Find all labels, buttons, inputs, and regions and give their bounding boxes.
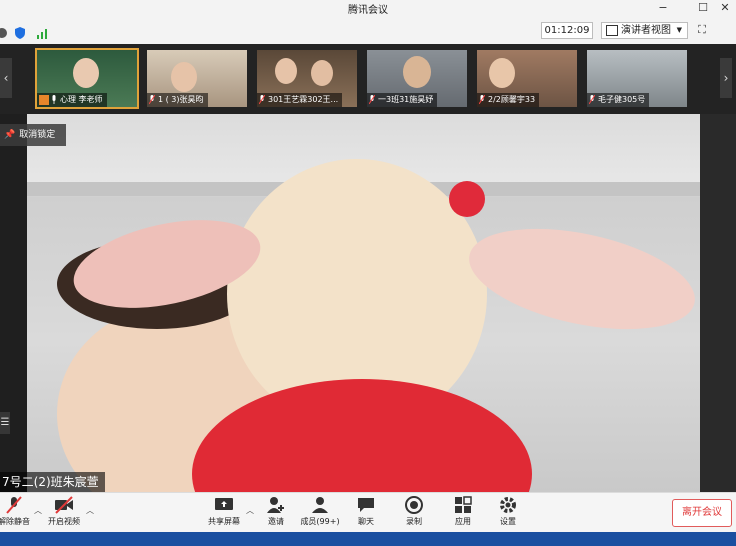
record-icon [405,496,423,514]
invite-button[interactable]: 邀请 [254,496,298,532]
thumbnail-caption: 毛子健305号 [587,93,650,107]
speaker-video-frame [27,159,700,492]
thumbnail-caption: 心理 李老师 [37,93,107,107]
signal-icon[interactable] [36,24,48,39]
members-icon [312,497,328,513]
leave-meeting-button[interactable]: 离开会议 [672,499,732,527]
record-label: 录制 [406,517,422,526]
microphone-muted-icon [149,95,155,104]
members-button[interactable]: 成员(99+) [298,496,342,532]
record-button[interactable]: 录制 [392,496,436,532]
settings-button[interactable]: 设置 [486,496,530,532]
title-bar: 腾讯会议 − ☐ ✕ [0,0,736,16]
chevron-up-icon[interactable]: ︿ [246,505,254,516]
unpin-button[interactable]: 📌 取消锁定 [0,124,66,146]
gear-icon [500,497,516,513]
apps-button[interactable]: 应用 [441,496,485,532]
participant-name: 一3班31施昊妤 [378,95,434,104]
thumbnail-caption: 1 ( 3)张昊昀 [147,93,208,107]
menu-icon[interactable]: ☰ [0,412,10,434]
thumbnail-caption: 301王艺霖302王... [257,93,343,107]
microphone-muted-icon [479,95,485,104]
participant-name: 毛子健305号 [598,95,646,104]
unmute-button[interactable]: 解除静音 [0,496,36,532]
add-user-icon [267,497,284,513]
chevron-down-icon: ▼ [676,26,682,34]
participant-thumbnail[interactable]: 2/2顾馨宇33 [477,50,577,107]
participant-avatar [311,60,333,86]
apps-icon [455,496,472,513]
share-screen-label: 共享屏幕 [208,517,240,526]
view-mode-dropdown[interactable]: 演讲者视图 ▼ [601,22,688,39]
participant-thumbnail[interactable]: 1 ( 3)张昊昀 [147,50,247,107]
unmute-label: 解除静音 [0,517,30,526]
participant-thumbnail[interactable]: 心理 李老师 [35,48,139,109]
settings-label: 设置 [500,517,516,526]
chevron-left-icon[interactable]: ‹ [0,58,12,98]
chevron-up-icon[interactable]: ︿ [86,505,94,516]
participant-thumbnail[interactable]: 301王艺霖302王... [257,50,357,107]
participant-thumbnail[interactable]: 一3班31施昊妤 [367,50,467,107]
minimize-button[interactable]: − [650,0,676,16]
start-video-label: 开启视频 [48,517,80,526]
left-panel [0,114,27,492]
shield-icon[interactable] [14,24,26,39]
microphone-icon [52,95,56,104]
thumbnail-caption: 2/2顾馨宇33 [477,93,540,107]
thumbnail-caption: 一3班31施昊妤 [367,93,438,107]
meeting-timer: 01:12:09 [541,22,593,39]
window-title: 腾讯会议 [348,5,388,16]
pin-icon: 📌 [4,130,16,140]
unpin-label: 取消锁定 [19,130,56,140]
speaker-name: 7号二(2)班朱宸萱 [0,472,105,492]
members-label: 成员(99+) [300,517,340,526]
microphone-muted-icon [259,95,265,104]
chat-icon [358,498,374,512]
participant-name: 1 ( 3)张昊昀 [158,95,204,104]
participant-thumbnail[interactable]: 毛子健305号 [587,50,687,107]
chevron-up-icon[interactable]: ︿ [34,505,42,516]
participant-avatar [403,56,431,88]
microphone-muted-icon [6,496,22,514]
close-button[interactable]: ✕ [712,0,736,16]
view-mode-label: 演讲者视图 [621,25,671,36]
status-row: 01:12:09 演讲者视图 ▼ ⛶ [0,16,736,45]
apps-label: 应用 [455,517,471,526]
host-icon [39,94,49,105]
participant-avatar [489,58,515,88]
chat-label: 聊天 [358,517,374,526]
right-panel [700,114,736,492]
microphone-muted-icon [589,95,595,104]
participant-avatar [275,58,297,84]
taskbar [0,532,736,546]
participant-avatar [171,62,197,92]
invite-label: 邀请 [268,517,284,526]
share-screen-button[interactable]: 共享屏幕 [202,496,246,532]
participant-name: 心理 李老师 [60,95,103,104]
camera-off-icon [55,496,73,514]
fullscreen-icon[interactable]: ⛶ [693,22,711,37]
microphone-muted-icon [369,95,375,104]
share-screen-icon [215,498,233,510]
participant-name: 301王艺霖302王... [268,95,339,104]
chat-button[interactable]: 聊天 [344,496,388,532]
participant-strip: ‹ 心理 李老师 1 ( 3)张昊昀 301王艺霖302王... 一3班31施昊… [0,44,736,114]
participant-avatar [73,58,99,88]
grid-view-icon [606,24,618,36]
meeting-toolbar: 解除静音 ︿ 开启视频 ︿ 共享屏幕 ︿ 邀请 成员(99+) 聊天 录制 应用… [0,492,736,533]
participant-name: 2/2顾馨宇33 [488,95,536,104]
meeting-info-icon[interactable] [0,24,8,38]
start-video-button[interactable]: 开启视频 [42,496,86,532]
main-video[interactable] [27,114,700,492]
chevron-right-icon[interactable]: › [720,58,732,98]
